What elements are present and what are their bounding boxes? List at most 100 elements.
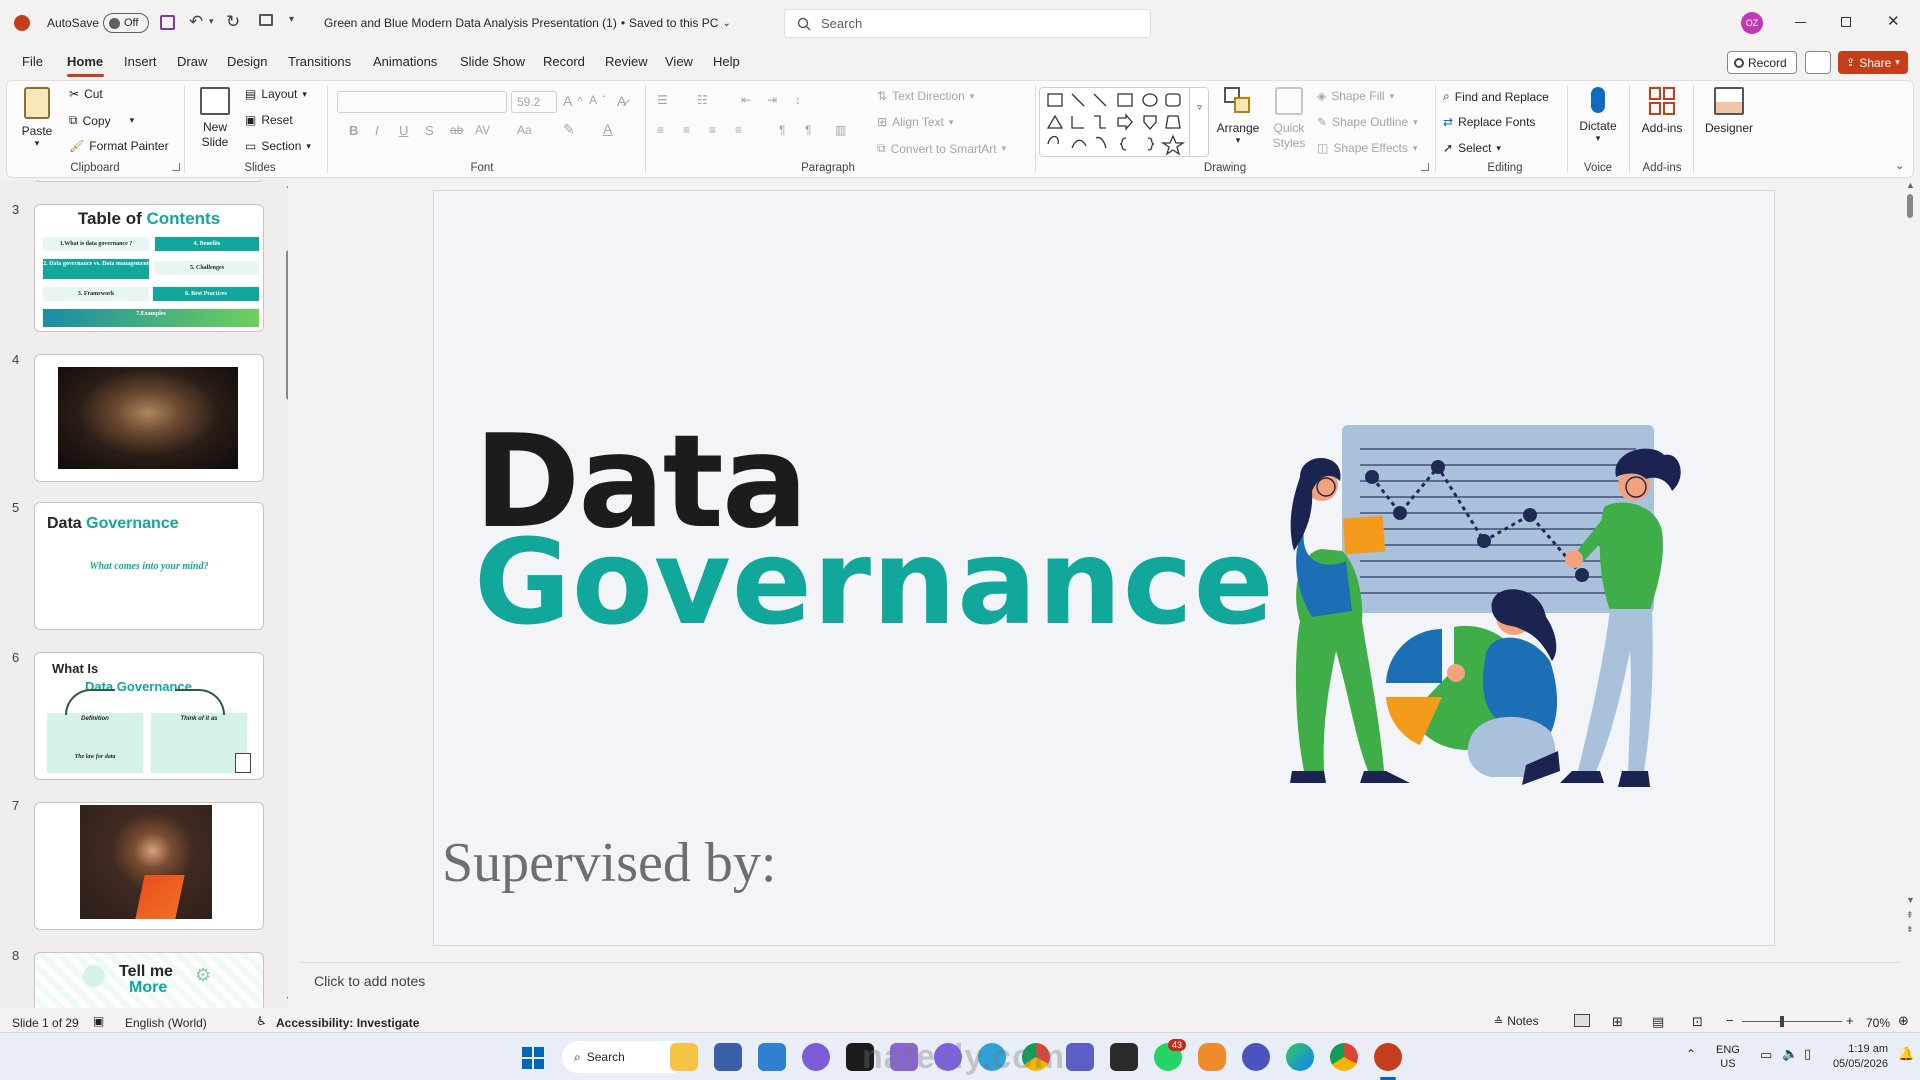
bold-icon[interactable]: B xyxy=(349,123,358,138)
notes-pane[interactable]: Click to add notes xyxy=(300,962,1900,1006)
convert-smartart-button[interactable]: ⧉ Convert to SmartArt ▾ xyxy=(877,141,1006,156)
record-button[interactable]: Record xyxy=(1727,51,1797,74)
present-icon[interactable] xyxy=(259,14,273,26)
undo-icon[interactable]: ↶ xyxy=(189,12,203,32)
notification-bell-icon[interactable]: 🔔 xyxy=(1898,1046,1914,1062)
user-avatar[interactable]: OZ xyxy=(1741,12,1763,34)
dialog-launcher-icon[interactable] xyxy=(1421,163,1429,171)
app-icon[interactable] xyxy=(714,1043,742,1071)
slide-title-line2[interactable]: Governance xyxy=(474,523,1275,641)
shapes-more-icon[interactable]: ▿ xyxy=(1189,87,1209,157)
tab-home[interactable]: Home xyxy=(67,54,103,69)
collapse-ribbon-icon[interactable]: ⌄ xyxy=(1895,159,1904,172)
dictate-button[interactable]: Dictate ▾ xyxy=(1573,87,1623,144)
addins-button[interactable]: Add-ins xyxy=(1637,87,1687,135)
teams-icon[interactable] xyxy=(1066,1043,1094,1071)
justify-icon[interactable]: ≡ xyxy=(735,123,742,137)
tab-file[interactable]: File xyxy=(22,54,43,69)
app-icon[interactable] xyxy=(1110,1043,1138,1071)
shrink-font-icon[interactable]: Aˇ xyxy=(589,93,605,107)
align-right-icon[interactable]: ≡ xyxy=(709,123,716,137)
reset-button[interactable]: ▣ Reset xyxy=(245,113,293,127)
dialog-launcher-icon[interactable] xyxy=(172,163,180,171)
slide-count[interactable]: Slide 1 of 29 xyxy=(12,1016,79,1030)
comments-icon[interactable] xyxy=(1805,51,1831,74)
thumbnail-slide-8[interactable]: Tell me More ⚙ xyxy=(34,952,264,1010)
clock[interactable]: 1:19 am 05/05/2026 xyxy=(1832,1042,1888,1072)
tab-review[interactable]: Review xyxy=(605,54,648,69)
normal-view-icon[interactable] xyxy=(1574,1014,1590,1027)
scroll-up-icon[interactable]: ▲ xyxy=(285,180,288,190)
thumbnail-slide-4[interactable] xyxy=(34,354,264,482)
windows-start-icon[interactable] xyxy=(522,1047,544,1069)
thumbnail-slide-3[interactable]: Table of Contents 1.What is data governa… xyxy=(34,204,264,332)
align-left-icon[interactable]: ≡ xyxy=(657,123,664,137)
scroll-down-icon[interactable]: ▼ xyxy=(1906,895,1915,905)
copy-button[interactable]: ⧉ Copy ▾ xyxy=(69,113,134,128)
thumbnail-slide-6[interactable]: What Is Data Governance Definition The l… xyxy=(34,652,264,780)
font-size-box[interactable]: 59.2 xyxy=(511,91,557,113)
vscode-icon[interactable] xyxy=(758,1043,786,1071)
text-direction-button[interactable]: ⇅ Text Direction ▾ xyxy=(877,89,974,103)
tab-transitions[interactable]: Transitions xyxy=(288,54,351,69)
shapes-gallery[interactable] xyxy=(1039,87,1209,157)
shadow-icon[interactable]: S xyxy=(425,123,434,138)
powerpoint-taskbar-icon[interactable] xyxy=(1374,1043,1402,1071)
tab-slide-show[interactable]: Slide Show xyxy=(460,54,525,69)
quick-styles-button[interactable]: Quick Styles xyxy=(1267,87,1311,151)
tab-design[interactable]: Design xyxy=(227,54,267,69)
thumbnail-slide-7[interactable] xyxy=(34,802,264,930)
supervised-by-text[interactable]: Supervised by: xyxy=(442,831,776,895)
increase-indent-icon[interactable]: ⇥ xyxy=(767,93,777,107)
zoom-out-icon[interactable]: − xyxy=(1726,1013,1734,1028)
layout-button[interactable]: ▤ Layout ▾ xyxy=(245,87,307,101)
zoom-slider-thumb[interactable] xyxy=(1780,1016,1784,1027)
char-spacing-icon[interactable]: AV xyxy=(475,123,490,137)
rtl-icon[interactable]: ¶ xyxy=(805,123,811,137)
zoom-in-icon[interactable]: + xyxy=(1846,1013,1854,1028)
restore-icon[interactable] xyxy=(1841,17,1851,27)
share-button[interactable]: ⇪ Share ▾ xyxy=(1838,51,1908,74)
accessibility-status[interactable]: Accessibility: Investigate xyxy=(276,1016,419,1030)
volume-icon[interactable]: 🔈 xyxy=(1782,1046,1798,1062)
numbering-icon[interactable]: ☷ xyxy=(697,93,708,107)
format-painter-button[interactable]: 🖌 Format Painter xyxy=(69,139,169,153)
slide-sorter-icon[interactable]: ⊞ xyxy=(1612,1014,1623,1030)
ltr-icon[interactable]: ¶ xyxy=(779,123,785,137)
current-slide[interactable]: Data Governance Supervised by: xyxy=(433,190,1775,946)
zoom-slider[interactable] xyxy=(1742,1016,1842,1027)
reading-view-icon[interactable]: ▤ xyxy=(1652,1014,1664,1030)
editor-scrollbar[interactable] xyxy=(1907,194,1913,218)
customize-qat-icon[interactable]: ▾ xyxy=(289,14,294,25)
next-slide-icon[interactable]: ⇟ xyxy=(1906,924,1914,935)
align-text-button[interactable]: ⊞ Align Text ▾ xyxy=(877,115,953,129)
minimize-icon[interactable] xyxy=(1795,22,1806,23)
close-icon[interactable]: ✕ xyxy=(1887,12,1900,30)
tab-record[interactable]: Record xyxy=(543,54,585,69)
undo-dropdown-icon[interactable]: ▾ xyxy=(209,16,214,27)
fit-slide-icon[interactable]: ⊕ xyxy=(1898,1013,1909,1029)
bullets-icon[interactable]: ☰ xyxy=(657,93,668,107)
grow-font-icon[interactable]: A ^ xyxy=(563,93,583,109)
change-case-icon[interactable]: Aa xyxy=(517,123,532,137)
align-center-icon[interactable]: ≡ xyxy=(683,123,690,137)
shape-fill-button[interactable]: ◈ Shape Fill ▾ xyxy=(1317,89,1394,103)
paste-button[interactable]: Paste ▾ xyxy=(19,87,55,149)
font-color-icon[interactable]: A xyxy=(603,121,612,137)
decrease-indent-icon[interactable]: ⇤ xyxy=(741,93,751,107)
search-box[interactable]: Search xyxy=(784,9,1151,38)
font-name-box[interactable] xyxy=(337,91,507,113)
chrome-icon[interactable] xyxy=(1330,1043,1358,1071)
shape-effects-button[interactable]: ◫ Shape Effects ▾ xyxy=(1317,141,1417,155)
tab-draw[interactable]: Draw xyxy=(177,54,207,69)
replace-fonts-button[interactable]: ⇄ Replace Fonts xyxy=(1443,115,1535,129)
battery-icon[interactable]: ▯ xyxy=(1804,1046,1811,1062)
designer-button[interactable]: Designer xyxy=(1701,87,1757,135)
save-icon[interactable] xyxy=(160,15,175,30)
tab-help[interactable]: Help xyxy=(713,54,740,69)
cloud-icon[interactable] xyxy=(1198,1043,1226,1071)
clear-format-icon[interactable]: A̷ xyxy=(617,93,626,109)
scroll-up-icon[interactable]: ▲ xyxy=(1906,180,1915,190)
document-title[interactable]: Green and Blue Modern Data Analysis Pres… xyxy=(324,16,731,30)
scroll-down-icon[interactable]: ▼ xyxy=(285,994,288,1004)
